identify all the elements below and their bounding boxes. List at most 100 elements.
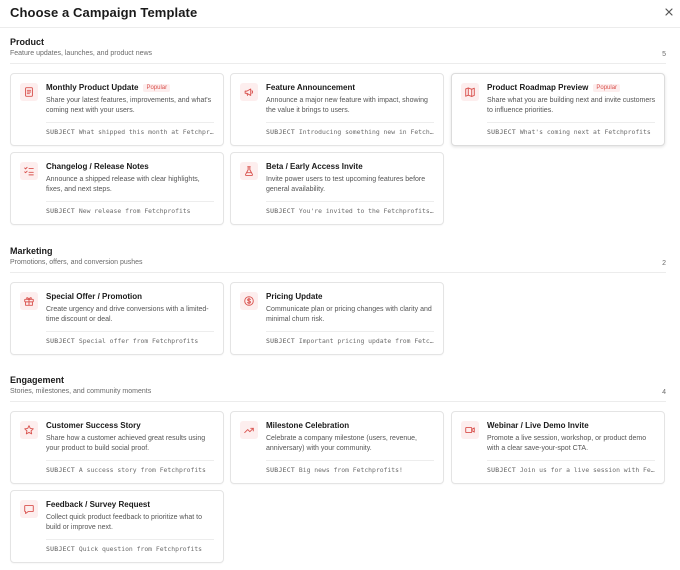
subject-label: SUBJECT <box>46 466 76 474</box>
card-divider <box>266 122 434 123</box>
subject-label: SUBJECT <box>487 128 517 136</box>
document-icon <box>25 87 33 97</box>
subject-label: SUBJECT <box>46 337 76 345</box>
template-subject: SUBJECT Important pricing update from Fe… <box>266 337 436 345</box>
template-title: Changelog / Release Notes <box>46 162 149 171</box>
template-title: Monthly Product Update Popular <box>46 83 171 92</box>
template-icon-box <box>20 83 38 101</box>
subject-label: SUBJECT <box>266 128 296 136</box>
section-count: 4 <box>662 389 666 396</box>
section-title: Engagement <box>10 375 65 385</box>
template-card-pricing-update[interactable]: Pricing Update Communicate plan or pricin… <box>230 282 444 355</box>
template-description: Share what you are building next and inv… <box>487 97 656 114</box>
template-title: Feature Announcement <box>266 83 356 92</box>
template-subject: SUBJECT Join us for a live session with … <box>487 466 657 474</box>
template-icon-box <box>461 83 479 101</box>
section-count: 5 <box>662 51 666 58</box>
subject-text: Quick question from Fetchprofits <box>78 545 203 553</box>
section-title: Marketing <box>10 246 53 256</box>
template-icon-box <box>240 162 258 180</box>
template-description: Promote a live session, workshop, or pro… <box>487 435 647 452</box>
section-divider <box>10 401 666 402</box>
card-divider <box>46 331 214 332</box>
template-subject: SUBJECT What shipped this month at Fetch… <box>46 128 216 136</box>
template-subject: SUBJECT Introducing something new in Fet… <box>266 128 436 136</box>
template-description: Announce a major new feature with impact… <box>266 97 428 114</box>
template-subject: SUBJECT Special offer from Fetchprofits <box>46 337 216 345</box>
template-title: Pricing Update <box>266 292 323 301</box>
template-icon-box <box>20 162 38 180</box>
template-subject: SUBJECT Big news from Fetchprofits! <box>266 466 436 474</box>
map-icon <box>465 87 475 97</box>
template-card-webinar-live-demo-invite[interactable]: Webinar / Live Demo Invite Promote a live… <box>451 411 665 484</box>
template-icon-box <box>240 421 258 439</box>
card-divider <box>266 331 434 332</box>
section-description: Feature updates, launches, and product n… <box>10 50 153 57</box>
template-card-customer-success-story[interactable]: Customer Success Story Share how a custom… <box>10 411 224 484</box>
subject-label: SUBJECT <box>46 545 76 553</box>
template-description: Collect quick product feedback to priori… <box>46 514 203 531</box>
modal-header: Choose a Campaign Template <box>0 0 680 28</box>
template-icon-box <box>20 421 38 439</box>
section-description: Promotions, offers, and conversion pushe… <box>10 259 143 266</box>
card-divider <box>266 201 434 202</box>
subject-label: SUBJECT <box>46 128 76 136</box>
subject-text: A success story from Fetchprofits <box>78 466 206 474</box>
template-description: Invite power users to test upcoming feat… <box>266 176 426 193</box>
flask-icon <box>245 166 253 176</box>
dollar-circle-icon <box>244 296 254 306</box>
close-icon <box>665 8 673 16</box>
subject-text: Special offer from Fetchprofits <box>78 337 199 345</box>
card-divider <box>487 460 655 461</box>
video-icon <box>465 426 475 434</box>
card-divider <box>46 201 214 202</box>
megaphone-icon <box>244 88 254 96</box>
trending-up-icon <box>244 427 254 434</box>
popular-badge: Popular <box>143 84 171 92</box>
template-subject: SUBJECT Quick question from Fetchprofits <box>46 545 216 553</box>
subject-label: SUBJECT <box>266 207 296 215</box>
subject-text: You're invited to the Fetchprofits beta <box>298 207 436 215</box>
template-title: Webinar / Live Demo Invite <box>487 421 589 430</box>
card-divider <box>487 122 655 123</box>
template-icon-box <box>240 83 258 101</box>
checklist-icon <box>24 166 34 176</box>
subject-text: What shipped this month at Fetchprofits <box>78 128 216 136</box>
template-title: Beta / Early Access Invite <box>266 162 363 171</box>
template-card-feedback-survey-request[interactable]: Feedback / Survey Request Collect quick p… <box>10 490 224 563</box>
close-button[interactable] <box>662 5 676 19</box>
subject-text: What's coming next at Fetchprofits <box>519 128 651 136</box>
template-subject: SUBJECT You're invited to the Fetchprofi… <box>266 207 436 215</box>
subject-text: New release from Fetchprofits <box>78 207 191 215</box>
template-description: Announce a shipped release with clear hi… <box>46 176 200 193</box>
section-count: 2 <box>662 260 666 267</box>
template-icon-box <box>20 292 38 310</box>
subject-text: Important pricing update from Fetchprofi… <box>298 337 436 345</box>
template-description: Celebrate a company milestone (users, re… <box>266 435 417 452</box>
template-card-changelog-release-notes[interactable]: Changelog / Release Notes Announce a ship… <box>10 152 224 225</box>
template-title: Milestone Celebration <box>266 421 350 430</box>
subject-label: SUBJECT <box>46 207 76 215</box>
modal-title: Choose a Campaign Template <box>10 5 198 20</box>
subject-label: SUBJECT <box>487 466 517 474</box>
template-card-beta-early-access-invite[interactable]: Beta / Early Access Invite Invite power u… <box>230 152 444 225</box>
gift-icon <box>24 297 34 306</box>
subject-text: Big news from Fetchprofits! <box>298 466 403 474</box>
template-description: Share how a customer achieved great resu… <box>46 435 206 452</box>
template-card-feature-announcement[interactable]: Feature Announcement Announce a major new… <box>230 73 444 146</box>
subject-text: Join us for a live session with Fetchpro… <box>519 466 657 474</box>
template-icon-box <box>240 292 258 310</box>
template-card-milestone-celebration[interactable]: Milestone Celebration Celebrate a company… <box>230 411 444 484</box>
template-description: Create urgency and drive conversions wit… <box>46 306 209 323</box>
template-icon-box <box>461 421 479 439</box>
template-icon-box <box>20 500 38 518</box>
template-subject: SUBJECT New release from Fetchprofits <box>46 207 216 215</box>
template-card-monthly-product-update[interactable]: Monthly Product Update Popular Share your … <box>10 73 224 146</box>
subject-label: SUBJECT <box>266 337 296 345</box>
chat-icon <box>24 505 34 514</box>
star-icon <box>24 425 34 435</box>
template-card-special-offer-promotion[interactable]: Special Offer / Promotion Create urgency … <box>10 282 224 355</box>
template-title: Product Roadmap Preview Popular <box>487 83 621 92</box>
template-card-product-roadmap-preview[interactable]: Product Roadmap Preview Popular Share what… <box>451 73 665 146</box>
section-description: Stories, milestones, and community momen… <box>10 388 152 395</box>
